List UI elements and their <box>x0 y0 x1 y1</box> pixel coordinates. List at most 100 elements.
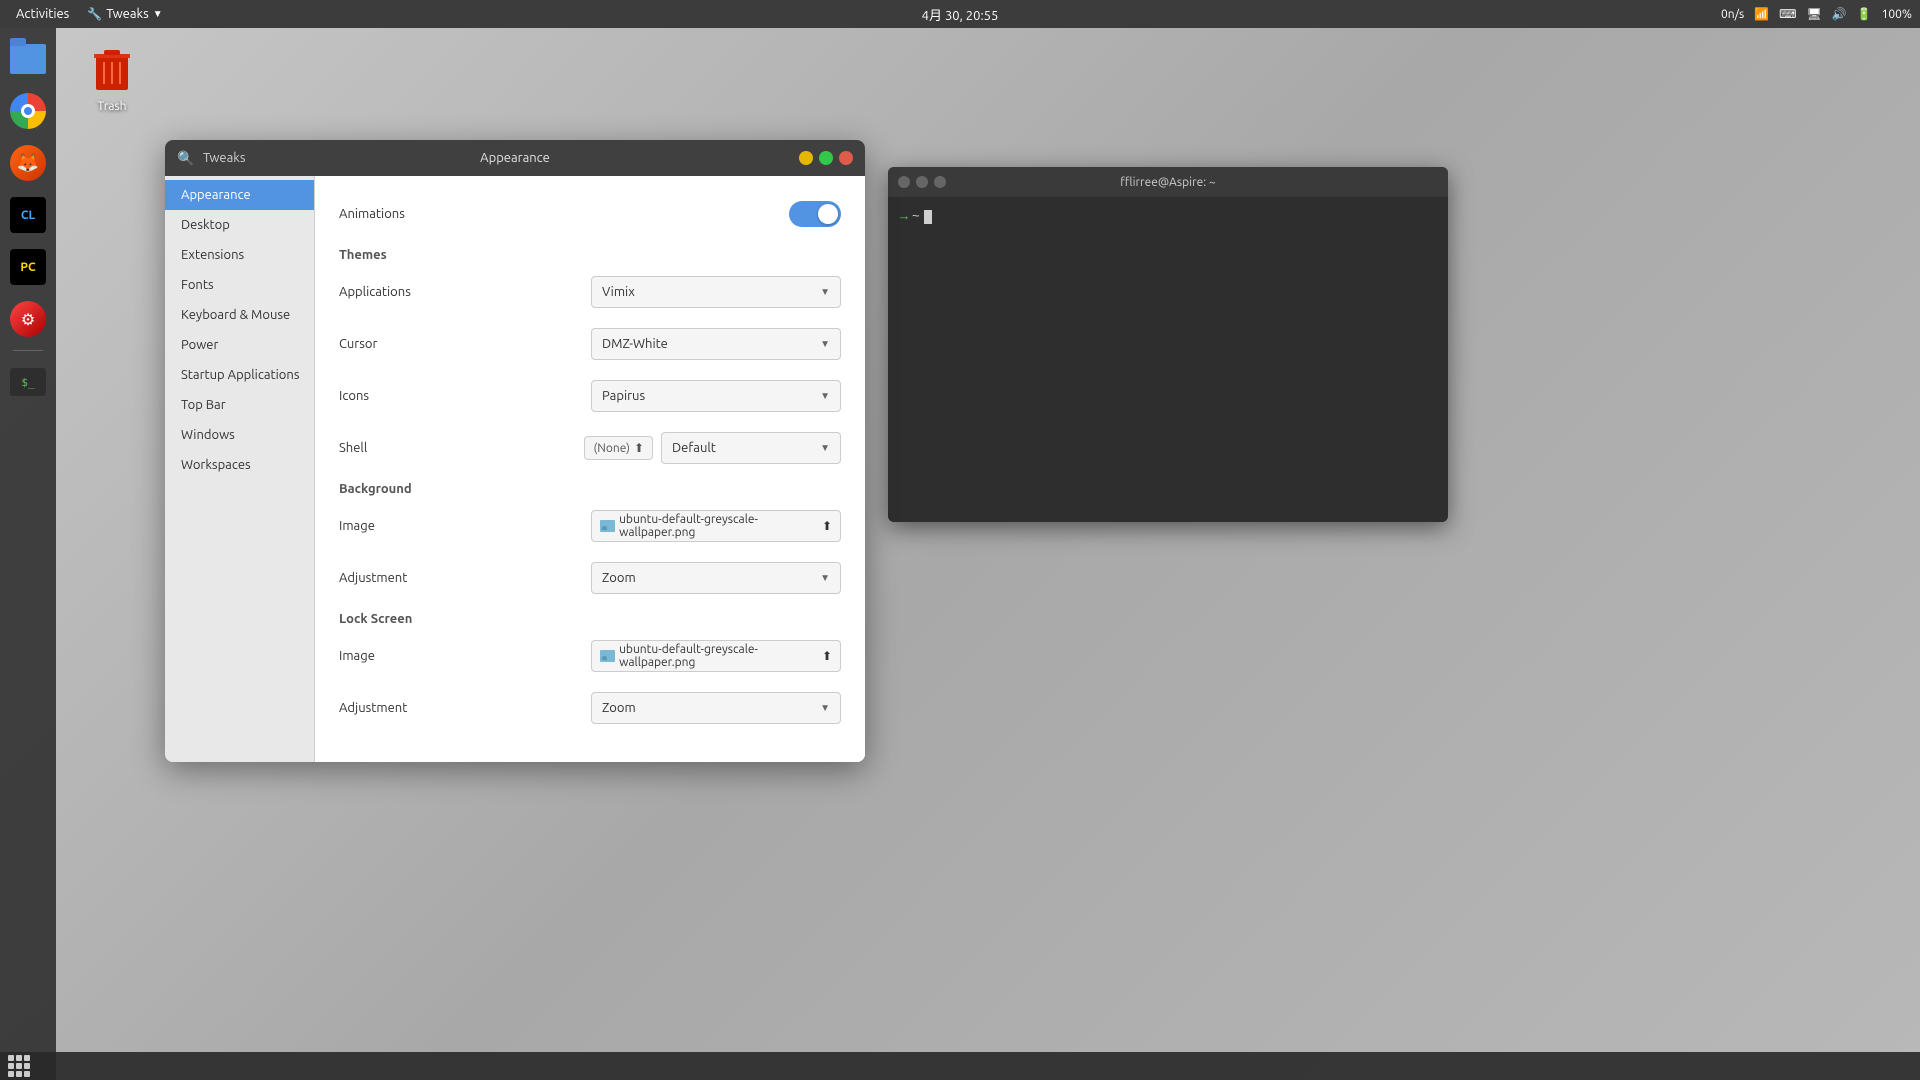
bg-adjustment-dropdown[interactable]: Zoom ▼ <box>591 562 841 594</box>
network-speed: 0n/s <box>1721 8 1744 21</box>
animations-row: Animations <box>339 196 841 232</box>
term-close-btn[interactable] <box>898 176 910 188</box>
tweaks-dock-icon: ⚙ <box>10 301 46 337</box>
dock-item-pycharm[interactable]: PC <box>5 244 51 290</box>
screen-icon: 🖥 <box>1806 7 1821 21</box>
maximize-button[interactable] <box>819 151 833 165</box>
lock-adjustment-label: Adjustment <box>339 701 407 715</box>
term-minimize-btn[interactable] <box>916 176 928 188</box>
dock-separator <box>13 350 43 351</box>
icons-dropdown-arrow: ▼ <box>820 390 830 402</box>
cursor-theme-label: Cursor <box>339 337 377 351</box>
dock-item-files[interactable] <box>5 36 51 82</box>
desktop-trash[interactable]: Trash <box>72 40 152 113</box>
activities-button[interactable]: Activities <box>8 7 77 21</box>
cursor-theme-dropdown[interactable]: DMZ-White ▼ <box>591 328 841 360</box>
show-apps-button[interactable] <box>8 1055 30 1077</box>
dock-item-terminal[interactable]: $_ <box>5 359 51 405</box>
desktop: Activities 🔧 Tweaks ▼ 4月 30, 20:55 0n/s … <box>0 0 1920 1080</box>
terminal-dock-icon: $_ <box>10 368 46 396</box>
dock-item-chrome[interactable] <box>5 88 51 134</box>
terminal-window: fflirree@Aspire: ~ → ~ <box>888 167 1448 522</box>
battery-percent: 100% <box>1882 8 1912 21</box>
topbar: Activities 🔧 Tweaks ▼ 4月 30, 20:55 0n/s … <box>0 0 1920 28</box>
bg-adjustment-label: Adjustment <box>339 571 407 585</box>
sidebar-item-extensions[interactable]: Extensions <box>165 240 314 270</box>
terminal-window-controls <box>898 176 946 188</box>
bg-image-row: Image ubuntu-default-greyscale-wallpaper… <box>339 508 841 544</box>
battery-icon: 🔋 <box>1857 7 1872 21</box>
term-cursor <box>924 210 932 224</box>
animations-toggle[interactable] <box>789 201 841 227</box>
minimize-button[interactable] <box>799 151 813 165</box>
lock-image-row: Image ubuntu-default-greyscale-wallpaper… <box>339 638 841 674</box>
chrome-icon <box>10 93 46 129</box>
shell-badge-value: (None) <box>593 442 629 455</box>
icons-theme-value: Papirus <box>602 389 645 403</box>
sidebar-item-power[interactable]: Power <box>165 330 314 360</box>
lock-adjustment-dropdown[interactable]: Zoom ▼ <box>591 692 841 724</box>
applications-theme-dropdown[interactable]: Vimix ▼ <box>591 276 841 308</box>
bg-image-value: ubuntu-default-greyscale-wallpaper.png <box>619 513 822 539</box>
themes-section-title: Themes <box>339 248 841 262</box>
sidebar-item-keyboard-mouse[interactable]: Keyboard & Mouse <box>165 300 314 330</box>
bottom-bar <box>0 1052 1920 1080</box>
bg-adjustment-row: Adjustment Zoom ▼ <box>339 560 841 596</box>
trash-label: Trash <box>97 100 126 113</box>
background-section-title: Background <box>339 482 841 496</box>
term-maximize-btn[interactable] <box>934 176 946 188</box>
clock: 4月 30, 20:55 <box>922 9 999 23</box>
sidebar-item-appearance[interactable]: Appearance <box>165 180 314 210</box>
dock-item-tweaks[interactable]: ⚙ <box>5 296 51 342</box>
applications-theme-label: Applications <box>339 285 411 299</box>
term-directory: ~ <box>912 209 920 224</box>
terminal-title: fflirree@Aspire: ~ <box>1120 176 1215 189</box>
tweaks-window: 🔍 Tweaks Appearance Appearance Desktop E… <box>165 140 865 762</box>
volume-icon: 🔊 <box>1832 7 1847 21</box>
tweaks-menu-label: Tweaks <box>106 7 148 21</box>
close-button[interactable] <box>839 151 853 165</box>
lock-image-upload-icon[interactable]: ⬆ <box>822 649 832 663</box>
bg-image-dropdown[interactable]: ubuntu-default-greyscale-wallpaper.png ⬆ <box>591 510 841 542</box>
animations-label: Animations <box>339 207 405 221</box>
bg-image-upload-icon[interactable]: ⬆ <box>822 519 832 533</box>
sidebar-item-desktop[interactable]: Desktop <box>165 210 314 240</box>
lock-adjustment-arrow: ▼ <box>820 702 830 714</box>
lock-image-value: ubuntu-default-greyscale-wallpaper.png <box>619 643 822 669</box>
keyboard-icon: ⌨ <box>1779 7 1796 21</box>
sidebar-item-workspaces[interactable]: Workspaces <box>165 450 314 480</box>
shell-upload-icon[interactable]: ⬆ <box>634 441 644 455</box>
shell-theme-row: Shell (None) ⬆ Default ▼ <box>339 430 841 466</box>
firefox-icon: 🦊 <box>10 145 46 181</box>
dock-item-firefox[interactable]: 🦊 <box>5 140 51 186</box>
lock-image-dropdown[interactable]: ubuntu-default-greyscale-wallpaper.png ⬆ <box>591 640 841 672</box>
app-name-label: Tweaks <box>203 151 245 165</box>
sidebar-item-windows[interactable]: Windows <box>165 420 314 450</box>
shell-theme-dropdown[interactable]: Default ▼ <box>661 432 841 464</box>
dock: 🦊 CL PC ⚙ $_ <box>0 28 56 1080</box>
files-icon <box>10 44 46 74</box>
window-title: Appearance <box>480 151 550 165</box>
cursor-dropdown-arrow: ▼ <box>820 338 830 350</box>
bg-image-file-icon <box>600 520 615 532</box>
bg-image-label: Image <box>339 519 375 533</box>
dock-item-clion[interactable]: CL <box>5 192 51 238</box>
lock-image-file-icon <box>600 650 615 662</box>
sidebar-item-topbar[interactable]: Top Bar <box>165 390 314 420</box>
terminal-body[interactable]: → ~ <box>888 197 1448 236</box>
icons-theme-dropdown[interactable]: Papirus ▼ <box>591 380 841 412</box>
toggle-knob <box>818 204 838 224</box>
sidebar-item-fonts[interactable]: Fonts <box>165 270 314 300</box>
icons-theme-label: Icons <box>339 389 369 403</box>
tweaks-titlebar: 🔍 Tweaks Appearance <box>165 140 865 176</box>
search-button[interactable]: 🔍 <box>177 149 195 167</box>
lock-adjustment-value: Zoom <box>602 701 636 715</box>
lock-adjustment-row: Adjustment Zoom ▼ <box>339 690 841 726</box>
bg-adjustment-value: Zoom <box>602 571 636 585</box>
applications-theme-value: Vimix <box>602 285 635 299</box>
shell-badge: (None) ⬆ <box>584 436 653 460</box>
shell-theme-controls: (None) ⬆ Default ▼ <box>584 432 841 464</box>
window-controls <box>799 151 853 165</box>
tweaks-menu[interactable]: 🔧 Tweaks ▼ <box>81 7 168 21</box>
sidebar-item-startup[interactable]: Startup Applications <box>165 360 314 390</box>
